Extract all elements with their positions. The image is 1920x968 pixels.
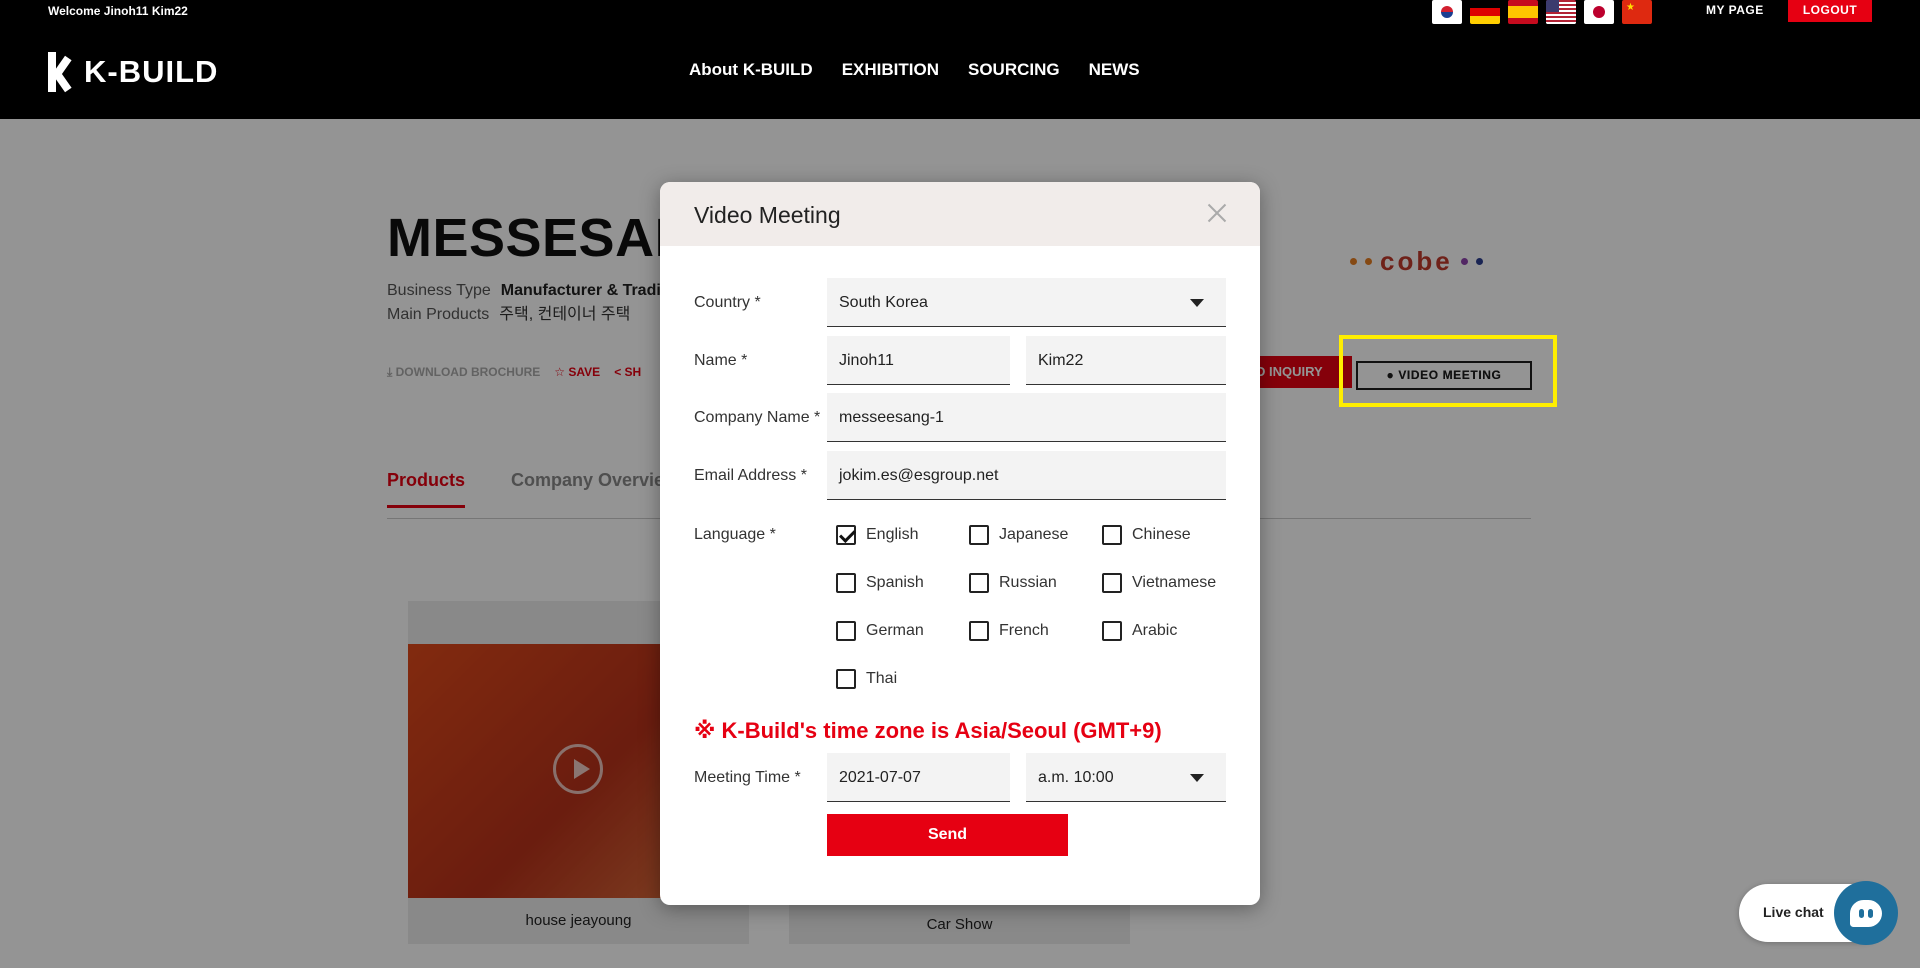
checkbox-label: Vietnamese: [1132, 574, 1217, 591]
site-header: Welcome Jinoh11 Kim22 ★ MY PAGE LOGOUT K…: [0, 0, 1920, 119]
meeting-date-field[interactable]: 2021-07-07: [827, 753, 1010, 802]
checkbox-label: Thai: [866, 670, 898, 687]
language-checkbox-french[interactable]: French: [969, 621, 1049, 641]
meeting-time-label: Meeting Time *: [694, 769, 801, 786]
checkbox-label: English: [866, 526, 919, 543]
meeting-time-value: a.m. 10:00: [1038, 769, 1114, 786]
checkbox-label: German: [866, 622, 924, 639]
logout-button[interactable]: LOGOUT: [1788, 0, 1872, 22]
video-meeting-modal: Video Meeting Country * South Korea Name…: [660, 182, 1260, 905]
checkbox-label: French: [999, 622, 1049, 639]
language-checkbox-vietnamese[interactable]: Vietnamese: [1102, 573, 1216, 593]
close-icon[interactable]: [1204, 200, 1230, 226]
checkbox-icon[interactable]: [969, 621, 989, 641]
china-flag-icon[interactable]: ★: [1622, 0, 1652, 24]
korea-flag-icon[interactable]: [1432, 0, 1462, 24]
chevron-down-icon: [1190, 299, 1204, 307]
modal-header: Video Meeting: [660, 182, 1260, 246]
checkbox-icon[interactable]: [836, 621, 856, 641]
checkbox-icon[interactable]: [1102, 573, 1122, 593]
timezone-notice: ※ K-Build's time zone is Asia/Seoul (GMT…: [694, 718, 1162, 743]
language-checkbox-chinese[interactable]: Chinese: [1102, 525, 1191, 545]
language-checkbox-german[interactable]: German: [836, 621, 924, 641]
checkbox-icon[interactable]: [836, 573, 856, 593]
japan-flag-icon[interactable]: [1584, 0, 1614, 24]
video-meeting-button[interactable]: ● VIDEO MEETING: [1356, 361, 1532, 390]
last-name-field[interactable]: Kim22: [1026, 336, 1226, 385]
company-name-label: Company Name *: [694, 409, 821, 426]
nav-news[interactable]: NEWS: [1089, 60, 1140, 80]
usa-flag-icon[interactable]: [1546, 0, 1576, 24]
language-checkbox-arabic[interactable]: Arabic: [1102, 621, 1177, 641]
my-page-link[interactable]: MY PAGE: [1706, 3, 1764, 17]
nav-sourcing[interactable]: SOURCING: [968, 60, 1060, 80]
welcome-text: Welcome Jinoh11 Kim22: [48, 4, 188, 18]
checkbox-label: Japanese: [999, 526, 1069, 543]
nav-exhibition[interactable]: EXHIBITION: [842, 60, 939, 80]
video-meeting-label: VIDEO MEETING: [1398, 368, 1502, 382]
country-label: Country *: [694, 294, 761, 311]
company-name-field[interactable]: messeesang-1: [827, 393, 1226, 442]
germany-flag-icon[interactable]: [1470, 0, 1500, 24]
chevron-down-icon: [1190, 774, 1204, 782]
language-flags: ★: [1432, 0, 1652, 24]
checkbox-label: Chinese: [1132, 526, 1191, 543]
checkbox-icon[interactable]: [1102, 621, 1122, 641]
checkbox-label: Spanish: [866, 574, 924, 591]
language-checkbox-japanese[interactable]: Japanese: [969, 525, 1068, 545]
spain-flag-icon[interactable]: [1508, 0, 1538, 24]
main-nav: About K-BUILD EXHIBITION SOURCING NEWS: [689, 60, 1140, 80]
send-button[interactable]: Send: [827, 814, 1068, 856]
language-checkbox-spanish[interactable]: Spanish: [836, 573, 924, 593]
k-build-logo-icon: [48, 52, 78, 93]
nav-about[interactable]: About K-BUILD: [689, 60, 813, 80]
language-label: Language *: [694, 526, 776, 543]
logo-text: K-BUILD: [84, 54, 219, 89]
live-chat-label: Live chat: [1763, 904, 1824, 920]
checkbox-icon[interactable]: [969, 573, 989, 593]
checkbox-label: Arabic: [1132, 622, 1178, 639]
checkbox-icon[interactable]: [836, 669, 856, 689]
country-value: South Korea: [839, 294, 928, 311]
language-checkbox-thai[interactable]: Thai: [836, 669, 897, 689]
site-logo[interactable]: K-BUILD: [48, 52, 219, 93]
first-name-field[interactable]: Jinoh11: [827, 336, 1010, 385]
modal-title: Video Meeting: [694, 202, 841, 228]
country-select[interactable]: South Korea: [827, 278, 1226, 327]
checkbox-icon[interactable]: [969, 525, 989, 545]
checkbox-label: Russian: [999, 574, 1057, 591]
chat-bubble-icon[interactable]: [1834, 881, 1898, 945]
email-field[interactable]: jokim.es@esgroup.net: [827, 451, 1226, 500]
language-checkbox-russian[interactable]: Russian: [969, 573, 1057, 593]
email-label: Email Address *: [694, 467, 807, 484]
checkbox-checked-icon[interactable]: [836, 525, 856, 545]
name-label: Name *: [694, 352, 748, 369]
chat-icon: ●: [1386, 368, 1399, 382]
checkbox-icon[interactable]: [1102, 525, 1122, 545]
language-checkbox-english[interactable]: English: [836, 525, 918, 545]
meeting-time-select[interactable]: a.m. 10:00: [1026, 753, 1226, 802]
